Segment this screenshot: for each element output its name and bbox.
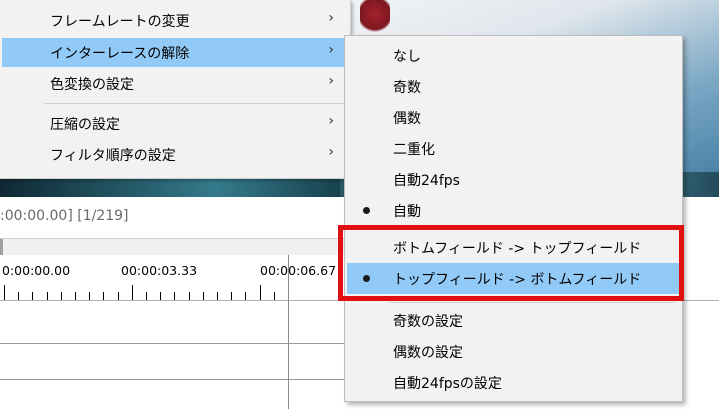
playhead-line[interactable] xyxy=(288,255,289,409)
chevron-right-icon: › xyxy=(328,42,334,58)
submenu-separator xyxy=(389,229,675,230)
ruler-tick xyxy=(117,292,119,300)
submenu-item-label: なし xyxy=(393,49,421,65)
scrollbar-thumb[interactable] xyxy=(0,239,3,255)
menu-item-label: フィルタ順序の設定 xyxy=(50,148,176,164)
submenu-item-label: トップフィールド -> ボトムフィールド xyxy=(393,272,642,288)
chevron-right-icon: › xyxy=(328,113,334,129)
ruler-tick xyxy=(202,292,204,300)
submenu-item-label: 自動24fpsの設定 xyxy=(393,376,502,392)
menu-item-framerate[interactable]: フレームレートの変更 › xyxy=(2,6,348,35)
ruler-label-1: 00:00:03.33 xyxy=(121,263,198,278)
ruler-tick xyxy=(273,292,275,300)
menu-item-label: フレームレートの変更 xyxy=(50,14,190,30)
ruler-tick xyxy=(245,292,247,300)
ruler-tick xyxy=(231,292,233,300)
horizontal-scrollbar[interactable] xyxy=(0,238,360,256)
submenu-item-auto24fps[interactable]: 自動24fps xyxy=(347,164,680,195)
submenu-item-odd[interactable]: 奇数 xyxy=(347,71,680,102)
ruler-tick xyxy=(217,292,218,300)
ruler-tick xyxy=(32,292,34,300)
submenu-item-none[interactable]: なし xyxy=(347,40,680,71)
submenu-item-label: 自動24fps xyxy=(393,173,460,189)
ruler-tick xyxy=(174,292,176,300)
menu-item-compression[interactable]: 圧縮の設定 › xyxy=(2,109,348,138)
submenu-item-label: 奇数 xyxy=(393,80,421,96)
menu-item-label: インターレースの解除 xyxy=(50,46,190,62)
submenu-item-top-to-bottom[interactable]: トップフィールド -> ボトムフィールド xyxy=(347,263,680,294)
radio-bullet-icon xyxy=(363,207,370,214)
ruler-tick xyxy=(146,292,147,300)
ruler-tick xyxy=(259,285,261,300)
menu-separator xyxy=(44,103,344,104)
ruler-label-2: 00:00:06.67 xyxy=(260,263,337,278)
ruler-tick xyxy=(75,292,76,300)
submenu-item-odd-settings[interactable]: 奇数の設定 xyxy=(347,305,680,336)
submenu-item-auto24fps-settings[interactable]: 自動24fpsの設定 xyxy=(347,367,680,398)
menu-item-deinterlace[interactable]: インターレースの解除 › xyxy=(2,38,348,67)
menu-item-label: 圧縮の設定 xyxy=(50,117,120,133)
submenu-item-label: 自動 xyxy=(393,204,421,220)
submenu-item-auto[interactable]: 自動 xyxy=(347,195,680,226)
ruler-tick xyxy=(4,285,5,300)
submenu-item-double[interactable]: 二重化 xyxy=(347,133,680,164)
track-divider-1 xyxy=(0,343,360,344)
ruler-tick xyxy=(103,292,105,300)
submenu-separator xyxy=(389,302,675,303)
menu-item-label: 色変換の設定 xyxy=(50,77,134,93)
ruler-label-0: 0:00:00.00 xyxy=(2,263,71,278)
chevron-right-icon: › xyxy=(328,144,334,160)
menu-item-color-conversion[interactable]: 色変換の設定 › xyxy=(2,69,348,98)
submenu-item-label: 奇数の設定 xyxy=(393,314,463,330)
track-divider-2 xyxy=(0,379,360,380)
ruler-tick xyxy=(18,292,20,300)
submenu-item-even-settings[interactable]: 偶数の設定 xyxy=(347,336,680,367)
submenu-item-even[interactable]: 偶数 xyxy=(347,102,680,133)
radio-bullet-icon xyxy=(363,275,370,282)
menu-item-filter-order[interactable]: フィルタ順序の設定 › xyxy=(2,140,348,169)
context-menu: フレームレートの変更 › インターレースの解除 › 色変換の設定 › 圧縮の設定… xyxy=(0,0,351,179)
ruler-tick xyxy=(60,292,62,300)
submenu-item-bottom-to-top[interactable]: ボトムフィールド -> トップフィールド xyxy=(347,232,680,263)
submenu-item-label: 偶数 xyxy=(393,111,421,127)
submenu-item-label: 二重化 xyxy=(393,142,435,158)
ruler-tick xyxy=(46,292,48,300)
submenu-item-label: ボトムフィールド -> トップフィールド xyxy=(393,241,642,257)
deinterlace-submenu: なし 奇数 偶数 二重化 自動24fps 自動 ボトムフィールド -> トップフ… xyxy=(344,35,683,402)
ruler-tick xyxy=(89,292,91,300)
frame-status-text: :00:00.00] [1/219] xyxy=(0,208,129,224)
video-preview-figure xyxy=(360,0,390,35)
chevron-right-icon: › xyxy=(328,10,334,26)
submenu-item-label: 偶数の設定 xyxy=(393,345,463,361)
chevron-right-icon: › xyxy=(328,73,334,89)
ruler-tick xyxy=(160,292,162,300)
ruler-tick xyxy=(188,292,190,300)
ruler-tick xyxy=(131,285,133,300)
